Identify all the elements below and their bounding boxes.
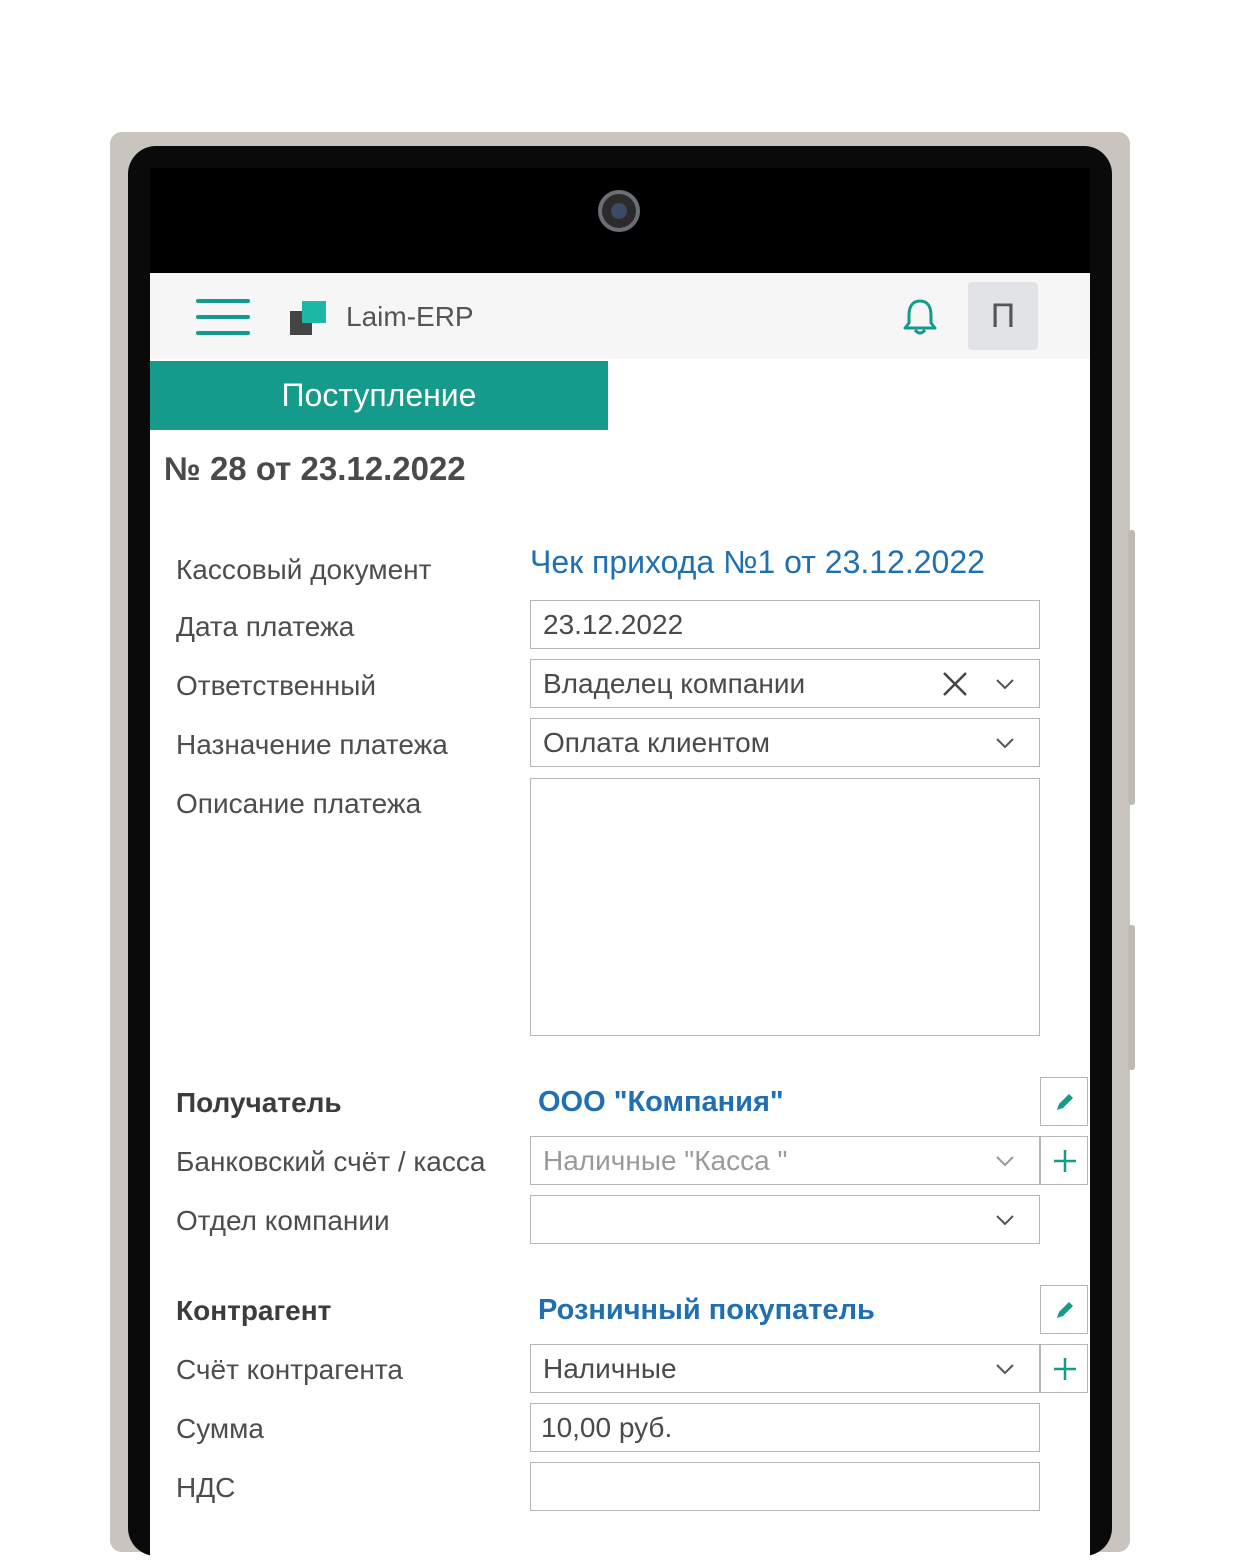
payment-purpose-label: Назначение платежа [176,729,448,760]
top-bar: Laim-ERP П [150,273,1090,359]
chevron-down-icon[interactable] [993,731,1017,755]
counterparty-account-label: Счёт контрагента [176,1354,403,1385]
plus-icon [1054,1150,1076,1172]
vat-field[interactable] [530,1462,1040,1511]
add-counterparty-account-button[interactable] [1040,1344,1088,1393]
app-window: Laim-ERP П Поступление № 28 от 23.12.202… [150,273,1090,1568]
responsible-value: Владелец компании [543,668,806,699]
vat-label: НДС [176,1472,236,1503]
chevron-down-icon[interactable] [993,1149,1017,1173]
bell-icon[interactable] [898,297,942,337]
phone-side-button [1128,925,1135,1070]
recipient-link[interactable]: ООО "Компания" [538,1086,784,1119]
chevron-down-icon[interactable] [993,1357,1017,1381]
payment-date-value: 23.12.2022 [543,609,684,640]
phone-screen: Laim-ERP П Поступление № 28 от 23.12.202… [150,168,1090,1568]
bank-account-select[interactable]: Наличные "Касса " [530,1136,1040,1185]
edit-counterparty-button[interactable] [1040,1285,1088,1334]
close-icon[interactable] [941,670,969,698]
amount-label: Сумма [176,1413,264,1444]
payment-description-textarea[interactable] [530,778,1040,1036]
cash-document-link[interactable]: Чек прихода №1 от 23.12.2022 [530,544,985,581]
user-avatar-button[interactable]: П [968,282,1038,350]
chevron-down-icon[interactable] [993,672,1017,696]
add-bank-account-button[interactable] [1040,1136,1088,1185]
payment-description-label: Описание платежа [176,788,422,819]
logo-icon [290,301,326,335]
menu-icon[interactable] [196,299,250,337]
edit-recipient-button[interactable] [1040,1077,1088,1126]
tab-receipt[interactable]: Поступление [150,361,608,430]
payment-date-label: Дата платежа [176,611,355,642]
cash-document-label: Кассовый документ [176,554,432,585]
counterparty-label: Контрагент [176,1295,332,1326]
responsible-select[interactable]: Владелец компании [530,659,1040,708]
page-title: № 28 от 23.12.2022 [164,450,466,487]
amount-field[interactable]: 10,00 руб. [530,1403,1040,1452]
department-label: Отдел компании [176,1205,390,1236]
responsible-label: Ответственный [176,670,376,701]
phone-side-button [1128,530,1135,805]
camera-icon [598,190,640,232]
pencil-icon [1057,1302,1073,1318]
amount-value: 10,00 руб. [541,1412,673,1443]
payment-purpose-value: Оплата клиентом [543,727,771,758]
chevron-down-icon[interactable] [993,1208,1017,1232]
pencil-icon [1057,1094,1073,1110]
bank-account-label: Банковский счёт / касса [176,1146,486,1177]
recipient-label: Получатель [176,1087,342,1118]
payment-purpose-select[interactable]: Оплата клиентом [530,718,1040,767]
counterparty-account-select[interactable]: Наличные [530,1344,1040,1393]
bank-account-value: Наличные "Касса " [543,1145,788,1176]
counterparty-account-value: Наличные [543,1353,677,1384]
counterparty-link[interactable]: Розничный покупатель [538,1294,875,1327]
plus-icon [1054,1358,1076,1380]
payment-date-field[interactable]: 23.12.2022 [530,600,1040,649]
app-name: Laim-ERP [346,301,474,332]
department-select[interactable] [530,1195,1040,1244]
